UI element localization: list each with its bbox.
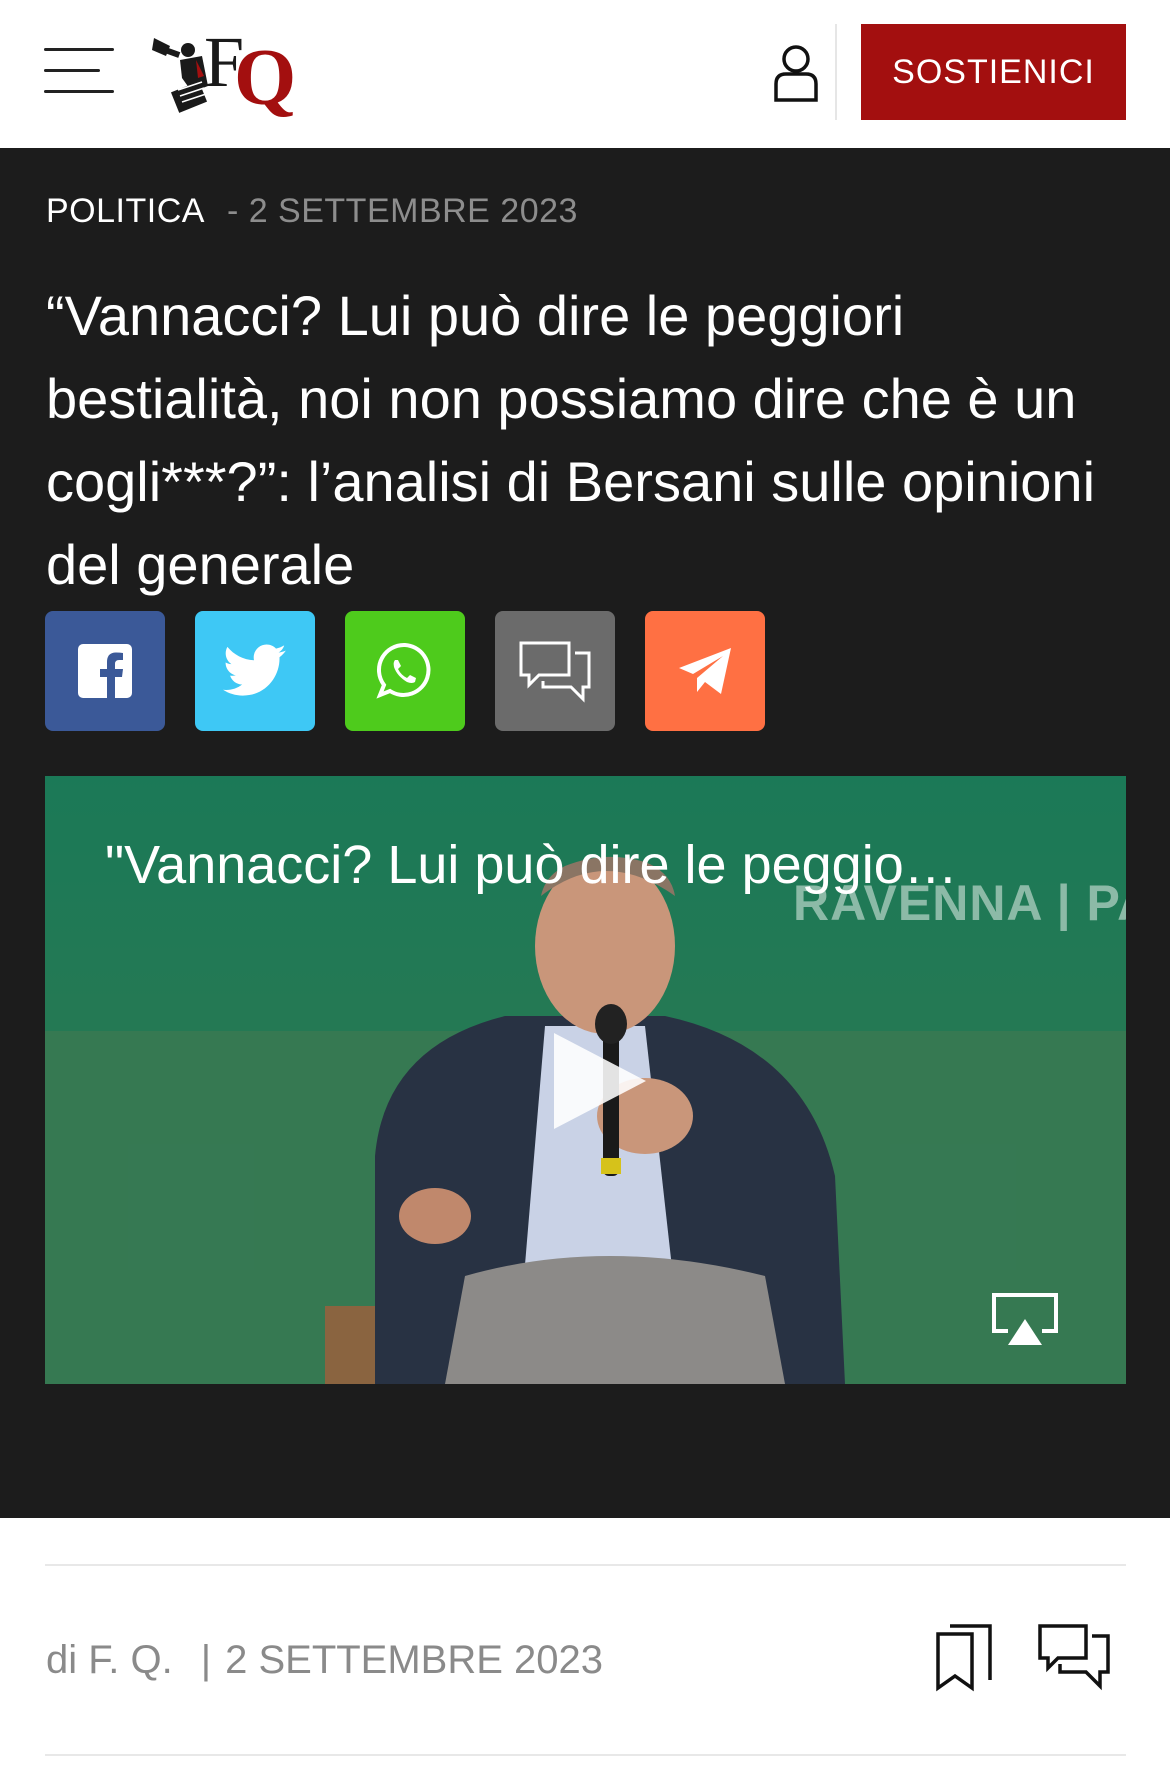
airplay-icon[interactable] bbox=[990, 1291, 1060, 1347]
article-meta: POLITICA - 2 SETTEMBRE 2023 bbox=[46, 192, 578, 231]
divider-top bbox=[45, 1564, 1126, 1566]
user-icon[interactable] bbox=[770, 42, 822, 102]
logo-q: Q bbox=[234, 34, 296, 122]
share-bar bbox=[45, 611, 765, 731]
facebook-share-button[interactable] bbox=[45, 611, 165, 731]
twitter-icon bbox=[223, 644, 286, 696]
twitter-share-button[interactable] bbox=[195, 611, 315, 731]
whatsapp-share-button[interactable] bbox=[345, 611, 465, 731]
hamburger-menu-icon[interactable] bbox=[44, 48, 114, 96]
telegram-icon bbox=[679, 648, 731, 694]
comment-share-button[interactable] bbox=[495, 611, 615, 731]
site-logo[interactable]: F Q bbox=[152, 16, 312, 126]
support-button[interactable]: SOSTIENICI bbox=[861, 24, 1126, 120]
article-headline: “Vannacci? Lui può dire le peggiori best… bbox=[46, 284, 1096, 596]
author[interactable]: di F. Q. bbox=[46, 1638, 173, 1683]
byline-separator: | bbox=[200, 1638, 212, 1682]
video-player[interactable]: RAVENNA | PA "Vannacci? Lui può dire le … bbox=[45, 776, 1126, 1384]
article-date: - 2 SETTEMBRE 2023 bbox=[226, 192, 578, 230]
article-hero: POLITICA - 2 SETTEMBRE 2023 “Vannacci? L… bbox=[0, 148, 1170, 1518]
facebook-icon bbox=[78, 644, 132, 698]
divider-bottom bbox=[45, 1754, 1126, 1756]
play-icon[interactable] bbox=[550, 1031, 650, 1131]
whatsapp-icon bbox=[376, 642, 431, 699]
comment-icon bbox=[519, 641, 591, 703]
comments-icon[interactable] bbox=[1036, 1622, 1112, 1692]
video-title: "Vannacci? Lui può dire le peggio… bbox=[105, 835, 958, 895]
byline-date: 2 SETTEMBRE 2023 bbox=[225, 1638, 604, 1682]
site-header: F Q SOSTIENICI bbox=[0, 0, 1170, 148]
bookmark-icon[interactable] bbox=[934, 1622, 994, 1692]
fq-logo-icon: F Q bbox=[152, 22, 296, 122]
telegram-share-button[interactable] bbox=[645, 611, 765, 731]
byline: di F. Q. | 2 SETTEMBRE 2023 bbox=[46, 1638, 603, 1683]
header-divider bbox=[835, 24, 837, 120]
category-link[interactable]: POLITICA bbox=[46, 192, 205, 231]
